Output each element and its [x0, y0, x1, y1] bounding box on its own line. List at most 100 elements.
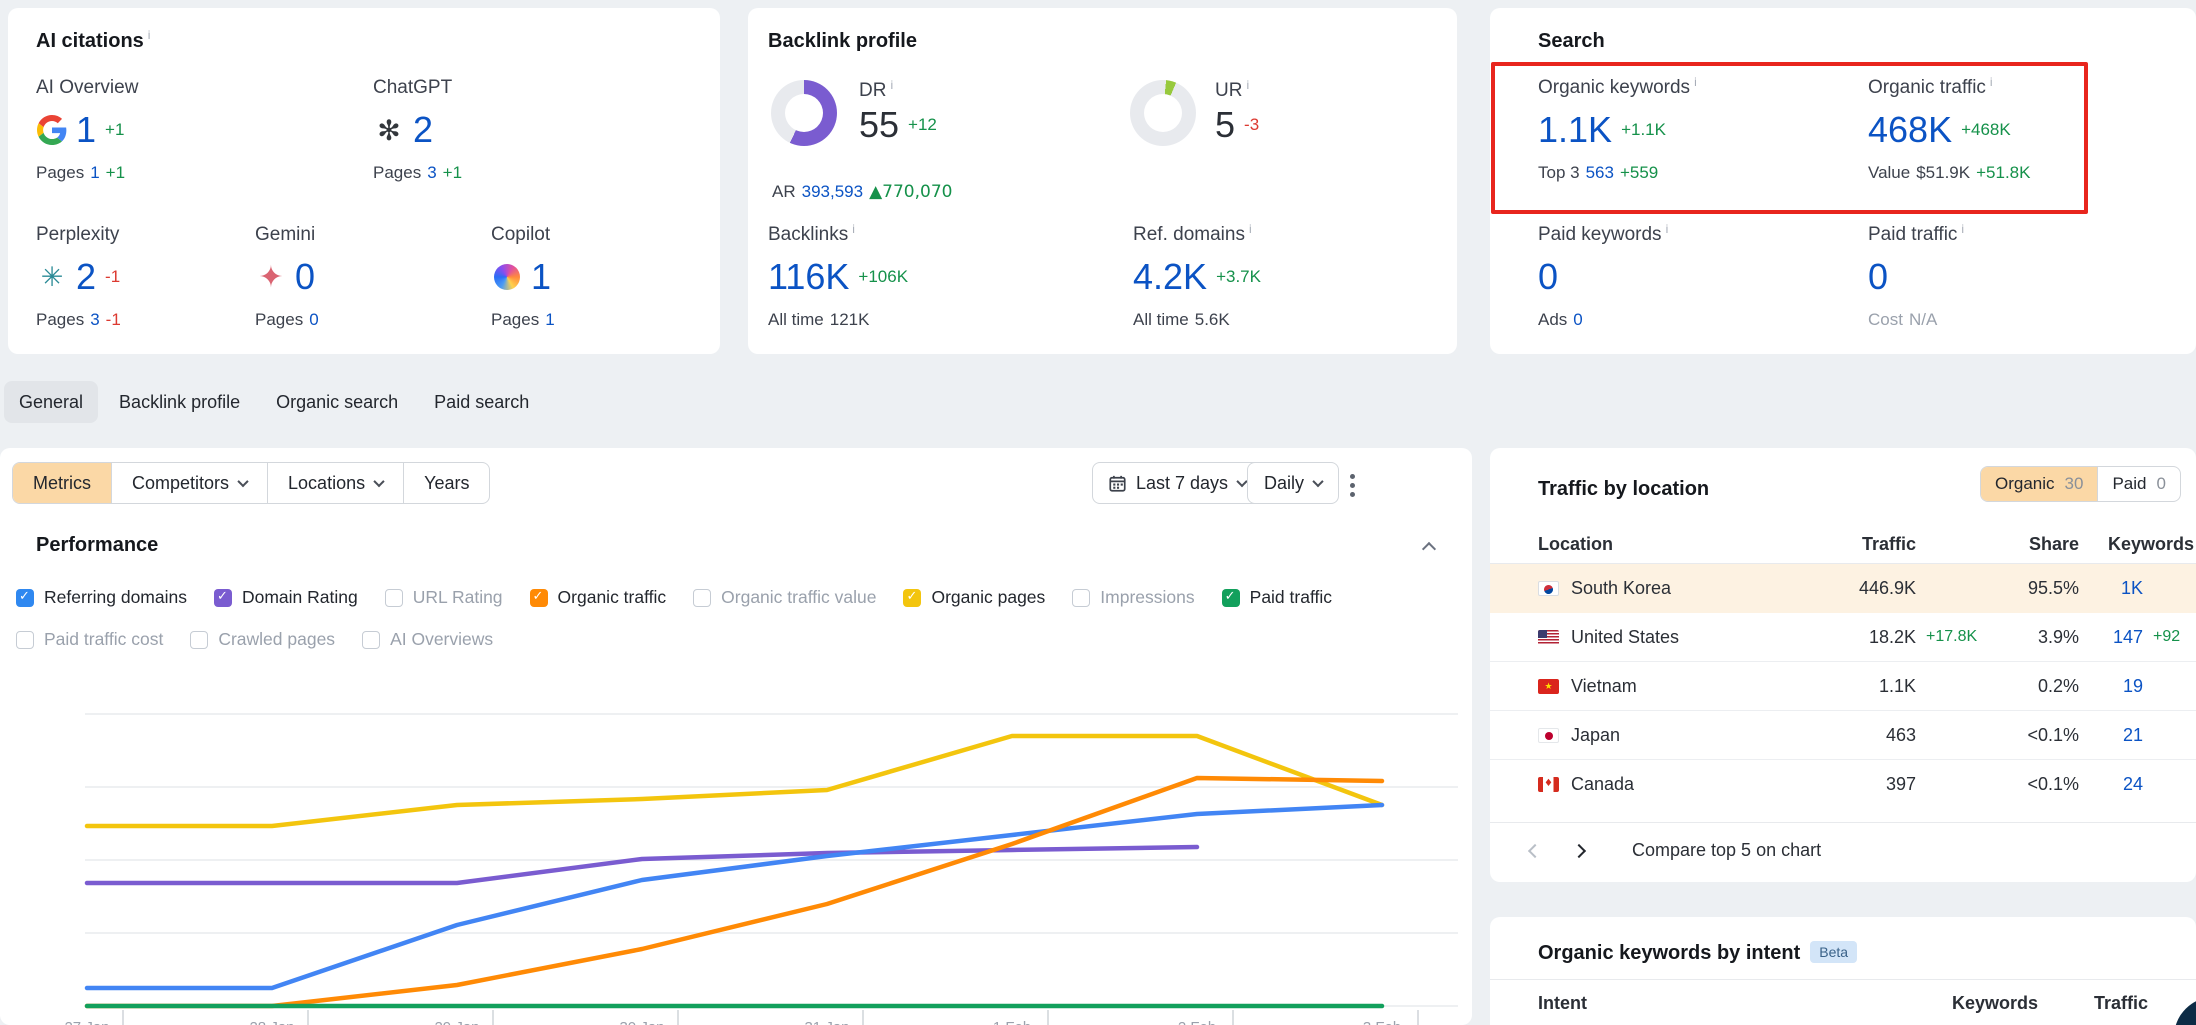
calendar-icon — [1109, 475, 1126, 492]
ads-link[interactable]: 0 — [1573, 310, 1582, 329]
more-options-button[interactable] — [1344, 468, 1361, 503]
pages-link[interactable]: 3 — [427, 163, 436, 182]
filter-segmented-control: Metrics Competitors Locations Years — [12, 462, 490, 504]
perplexity-count[interactable]: 2 — [76, 256, 96, 298]
metric-toggles-row-2: Paid traffic cost Crawled pages AI Overv… — [16, 629, 493, 650]
metric-checkbox-item[interactable]: Paid traffic — [1222, 587, 1332, 608]
beta-badge: Beta — [1810, 941, 1857, 963]
location-row[interactable]: United States 18.2K +17.8K 3.9% 147 +92 — [1490, 613, 2196, 662]
svg-text:29 Jan: 29 Jan — [434, 1019, 479, 1025]
gemini-count[interactable]: 0 — [295, 256, 315, 298]
granularity-button[interactable]: Daily — [1247, 462, 1339, 504]
info-icon[interactable]: i — [1990, 75, 1993, 89]
keywords-link[interactable]: 1K — [2079, 578, 2143, 599]
svg-text:30 Jan: 30 Jan — [619, 1019, 664, 1025]
location-row[interactable]: Japan 463 <0.1% 21 — [1490, 711, 2196, 760]
pages-link[interactable]: 1 — [90, 163, 99, 182]
pages-link[interactable]: 1 — [545, 310, 554, 329]
keywords-link[interactable]: 19 — [2079, 676, 2143, 697]
toggle-paid[interactable]: Paid0 — [2097, 467, 2180, 501]
ai-overview-count[interactable]: 1 — [76, 109, 96, 151]
united-states-flag-icon — [1538, 630, 1559, 645]
metric-backlinks: Backlinksi 116K +106K All time121K — [768, 224, 908, 330]
info-icon[interactable]: i — [890, 78, 893, 92]
info-icon[interactable]: i — [1249, 222, 1252, 236]
info-icon[interactable]: i — [1961, 222, 1964, 236]
tab-paid-search[interactable]: Paid search — [419, 381, 544, 423]
location-row[interactable]: Vietnam 1.1K 0.2% 19 — [1490, 662, 2196, 711]
checkbox-icon — [693, 589, 711, 607]
metric-ref-domains: Ref. domainsi 4.2K +3.7K All time5.6K — [1133, 224, 1261, 330]
metric-checkbox-item[interactable]: URL Rating — [385, 587, 503, 608]
metric-copilot: Copilot 1 Pages1 — [491, 224, 561, 330]
date-range-button[interactable]: Last 7 days — [1092, 462, 1263, 504]
tab-backlink-profile[interactable]: Backlink profile — [104, 381, 255, 423]
svg-text:1 Feb: 1 Feb — [993, 1019, 1031, 1025]
tab-organic-search[interactable]: Organic search — [261, 381, 413, 423]
keywords-link[interactable]: 24 — [2079, 774, 2143, 795]
ar-link[interactable]: 393,593 — [802, 182, 863, 201]
metric-checkbox-item[interactable]: Referring domains — [16, 587, 187, 608]
paid-keywords-count[interactable]: 0 — [1538, 256, 1558, 298]
traffic-by-location-title: Traffic by location — [1538, 478, 1709, 501]
svg-text:2 Feb: 2 Feb — [1178, 1019, 1216, 1025]
backlinks-count[interactable]: 116K — [768, 256, 849, 298]
metric-checkbox-item[interactable]: Paid traffic cost — [16, 629, 163, 650]
location-row[interactable]: Canada 397 <0.1% 24 — [1490, 760, 2196, 809]
keywords-by-intent-card: Organic keywords by intentBeta Intent Ke… — [1490, 917, 2196, 1025]
next-page-button[interactable] — [1572, 843, 1586, 857]
filter-competitors[interactable]: Competitors — [111, 463, 267, 503]
checkbox-icon — [1072, 589, 1090, 607]
chatgpt-count[interactable]: 2 — [413, 109, 433, 151]
metric-checkbox-item[interactable]: Organic traffic — [530, 587, 667, 608]
traffic-by-location-card: Traffic by location Organic30 Paid0 Loca… — [1490, 448, 2196, 882]
filter-metrics[interactable]: Metrics — [13, 463, 111, 503]
info-icon[interactable]: i — [852, 222, 855, 236]
toggle-organic[interactable]: Organic30 — [1981, 467, 2097, 501]
organic-traffic-count[interactable]: 468K — [1868, 109, 1952, 151]
keywords-link[interactable]: 21 — [2079, 725, 2143, 746]
metric-checkbox-item[interactable]: Impressions — [1072, 587, 1194, 608]
metric-checkbox-item[interactable]: AI Overviews — [362, 629, 493, 650]
location-table: Location Traffic Share Keywords South Ko… — [1490, 526, 2196, 809]
checkbox-icon — [214, 589, 232, 607]
chevron-down-icon — [373, 476, 384, 487]
backlink-profile-title: Backlink profile — [768, 30, 917, 53]
info-icon[interactable]: i — [1666, 222, 1669, 236]
pages-link[interactable]: 0 — [309, 310, 318, 329]
pages-link[interactable]: 3 — [90, 310, 99, 329]
compare-top5-label: Compare top 5 on chart — [1632, 840, 1821, 861]
openai-icon: ✻ — [373, 114, 405, 147]
dr-value: 55 — [859, 104, 899, 146]
metric-checkbox-item[interactable]: Organic pages — [903, 587, 1045, 608]
copilot-count[interactable]: 1 — [531, 256, 551, 298]
dashboard: AI citationsi AI Overview 1 +1 Pages1+1 … — [0, 0, 2196, 1025]
ur-value: 5 — [1215, 104, 1235, 146]
canada-flag-icon — [1538, 777, 1559, 792]
filter-locations[interactable]: Locations — [267, 463, 403, 503]
metric-domain-rating: DRi 55 +12 — [859, 80, 937, 146]
organic-paid-toggle: Organic30 Paid0 — [1980, 466, 2181, 502]
ref-domains-count[interactable]: 4.2K — [1133, 256, 1207, 298]
svg-text:28 Jan: 28 Jan — [249, 1019, 294, 1025]
svg-text:27 Jan: 27 Jan — [64, 1019, 109, 1025]
google-icon — [36, 115, 68, 145]
paid-traffic-count[interactable]: 0 — [1868, 256, 1888, 298]
info-icon[interactable]: i — [1694, 75, 1697, 89]
tab-general[interactable]: General — [4, 381, 98, 423]
metric-checkbox-item[interactable]: Domain Rating — [214, 587, 358, 608]
info-icon[interactable]: i — [148, 28, 151, 42]
location-row[interactable]: South Korea 446.9K 95.5% 1K — [1490, 564, 2196, 613]
intent-table-header: Intent Keywords Traffic — [1538, 993, 2148, 1014]
info-icon[interactable]: i — [1246, 78, 1249, 92]
metric-checkbox-item[interactable]: Organic traffic value — [693, 587, 876, 608]
metric-checkbox-item[interactable]: Crawled pages — [190, 629, 335, 650]
checkbox-icon — [385, 589, 403, 607]
performance-title: Performance — [36, 534, 158, 557]
organic-keywords-count[interactable]: 1.1K — [1538, 109, 1612, 151]
previous-page-button[interactable] — [1528, 843, 1542, 857]
keywords-link[interactable]: 147 — [2079, 627, 2143, 648]
filter-years[interactable]: Years — [403, 463, 489, 503]
top3-link[interactable]: 563 — [1586, 163, 1614, 182]
collapse-section-icon[interactable] — [1422, 542, 1436, 556]
